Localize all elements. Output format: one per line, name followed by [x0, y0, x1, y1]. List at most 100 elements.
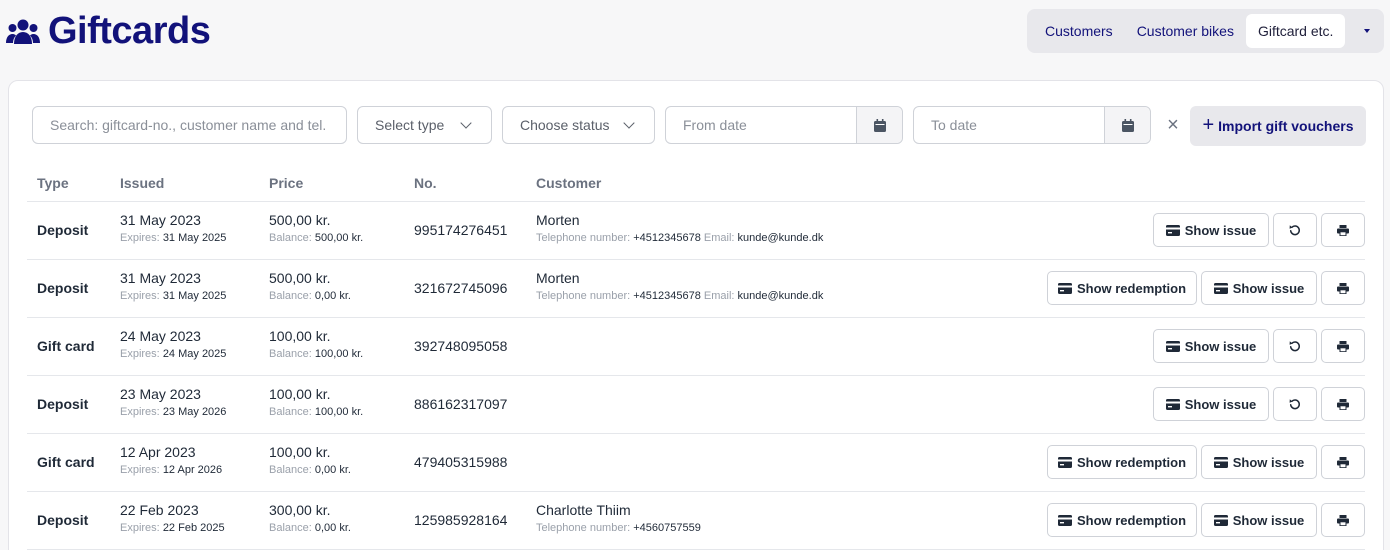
- expires-date: 31 May 2025: [162, 232, 227, 244]
- email-label: Email:: [703, 290, 735, 302]
- from-date-field[interactable]: From date: [665, 106, 903, 144]
- show-issue-button[interactable]: Show issue: [1153, 213, 1269, 247]
- show-redemption-label: Show redemption: [1076, 280, 1187, 296]
- balance-label: Balance:: [269, 464, 312, 476]
- type-cell: Deposit: [37, 396, 89, 412]
- print-button[interactable]: [1321, 271, 1365, 305]
- expires-label: Expires:: [120, 522, 160, 534]
- credit-card-icon: [1057, 514, 1072, 526]
- show-redemption-button[interactable]: Show redemption: [1047, 503, 1197, 537]
- show-issue-button[interactable]: Show issue: [1153, 387, 1269, 421]
- print-icon: [1337, 398, 1349, 410]
- print-button[interactable]: [1321, 329, 1365, 363]
- undo-icon: [1289, 340, 1301, 352]
- status-select[interactable]: Choose status: [502, 106, 655, 144]
- clear-filters-icon[interactable]: ×: [1163, 115, 1183, 135]
- balance-info: Balance: 500,00 kr.: [269, 232, 363, 244]
- row-actions: Show redemption Show issue: [1047, 503, 1365, 537]
- print-button[interactable]: [1321, 213, 1365, 247]
- print-button[interactable]: [1321, 445, 1365, 479]
- balance-info: Balance: 0,00 kr.: [269, 464, 351, 476]
- issued-cell: 12 Apr 2023 Expires: 12 Apr 2026: [120, 444, 222, 476]
- show-issue-button[interactable]: Show issue: [1153, 329, 1269, 363]
- issued-date: 22 Feb 2023: [120, 502, 199, 518]
- issued-date: 12 Apr 2023: [120, 444, 196, 460]
- phone-label: Telephone number:: [536, 290, 631, 302]
- show-issue-button[interactable]: Show issue: [1201, 445, 1317, 479]
- balance-label: Balance:: [269, 290, 312, 302]
- undo-button[interactable]: [1273, 387, 1317, 421]
- row-actions: Show issue: [1153, 213, 1365, 247]
- search-input[interactable]: [50, 117, 329, 133]
- table-row: Deposit 23 May 2023 Expires: 23 May 2026 10…: [27, 376, 1365, 434]
- to-date-field[interactable]: To date: [913, 106, 1151, 144]
- number-cell: 995174276451: [414, 222, 508, 238]
- type-cell: Deposit: [37, 280, 89, 296]
- number-cell: 392748095058: [414, 338, 508, 354]
- expires-info: Expires: 31 May 2025: [120, 290, 226, 302]
- top-bar: Giftcards Customers Customer bikes Giftc…: [0, 0, 1390, 70]
- show-issue-button[interactable]: Show issue: [1201, 271, 1317, 305]
- column-header-no[interactable]: No.: [414, 175, 437, 191]
- undo-button[interactable]: [1273, 213, 1317, 247]
- search-field: [32, 106, 347, 144]
- issued-cell: 31 May 2023 Expires: 31 May 2025: [120, 270, 226, 302]
- column-header-type[interactable]: Type: [37, 175, 69, 191]
- number-cell: 886162317097: [414, 396, 508, 412]
- expires-date: 24 May 2025: [162, 348, 227, 360]
- balance-value: 0,00 kr.: [314, 522, 351, 534]
- page-title: Giftcards: [6, 10, 211, 53]
- tab-customers[interactable]: Customers: [1033, 14, 1125, 48]
- column-header-price[interactable]: Price: [269, 175, 303, 191]
- undo-button[interactable]: [1273, 329, 1317, 363]
- email-label: Email:: [703, 232, 735, 244]
- tab-giftcard-etc[interactable]: Giftcard etc.: [1245, 14, 1346, 48]
- balance-value: 0,00 kr.: [314, 464, 351, 476]
- column-header-issued[interactable]: Issued: [120, 175, 164, 191]
- credit-card-icon: [1057, 282, 1072, 294]
- print-button[interactable]: [1321, 503, 1365, 537]
- table-row: Deposit 22 Feb 2023 Expires: 22 Feb 2025 30…: [27, 492, 1365, 550]
- print-icon: [1337, 456, 1349, 468]
- calendar-icon[interactable]: [1104, 107, 1150, 143]
- customer-email: kunde@kunde.dk: [737, 232, 824, 244]
- type-select[interactable]: Select type: [357, 106, 492, 144]
- show-issue-label: Show issue: [1184, 396, 1257, 412]
- balance-info: Balance: 0,00 kr.: [269, 290, 351, 302]
- table-row: Gift card 24 May 2023 Expires: 24 May 2025…: [27, 318, 1365, 376]
- undo-icon: [1289, 224, 1301, 236]
- show-redemption-button[interactable]: Show redemption: [1047, 271, 1197, 305]
- number-cell: 125985928164: [414, 512, 508, 528]
- type-cell: Deposit: [37, 512, 89, 528]
- chevron-down-icon: [623, 117, 635, 129]
- price-cell: 100,00 kr. Balance: 100,00 kr.: [269, 328, 363, 360]
- table-header: Type Issued Price No. Customer: [27, 163, 1365, 202]
- show-issue-label: Show issue: [1232, 280, 1305, 296]
- caret-down-icon[interactable]: [1356, 16, 1378, 46]
- balance-label: Balance:: [269, 232, 312, 244]
- balance-value: 100,00 kr.: [314, 348, 364, 360]
- show-issue-button[interactable]: Show issue: [1201, 503, 1317, 537]
- credit-card-icon: [1165, 224, 1180, 236]
- expires-label: Expires:: [120, 406, 160, 418]
- price-value: 100,00 kr.: [269, 444, 331, 460]
- customer-phone: +4512345678: [633, 232, 701, 244]
- column-header-customer[interactable]: Customer: [536, 175, 601, 191]
- table-body: Deposit 31 May 2023 Expires: 31 May 2025 50…: [27, 202, 1365, 550]
- tab-customer-bikes[interactable]: Customer bikes: [1125, 14, 1246, 48]
- price-cell: 500,00 kr. Balance: 0,00 kr.: [269, 270, 351, 302]
- expires-date: 23 May 2026: [162, 406, 227, 418]
- import-gift-vouchers-button[interactable]: + Import gift vouchers: [1190, 106, 1366, 146]
- customer-phone: +4560757559: [633, 522, 701, 534]
- giftcards-panel: Select type Choose status From date To d…: [8, 80, 1384, 550]
- print-button[interactable]: [1321, 387, 1365, 421]
- expires-info: Expires: 24 May 2025: [120, 348, 226, 360]
- calendar-icon[interactable]: [856, 107, 902, 143]
- customer-contact: Telephone number: +4512345678 Email: kun…: [536, 290, 823, 302]
- price-value: 100,00 kr.: [269, 328, 331, 344]
- credit-card-icon: [1165, 340, 1180, 352]
- row-actions: Show issue: [1153, 387, 1365, 421]
- filter-bar: Select type Choose status From date To d…: [32, 106, 1372, 146]
- show-redemption-button[interactable]: Show redemption: [1047, 445, 1197, 479]
- print-icon: [1337, 224, 1349, 236]
